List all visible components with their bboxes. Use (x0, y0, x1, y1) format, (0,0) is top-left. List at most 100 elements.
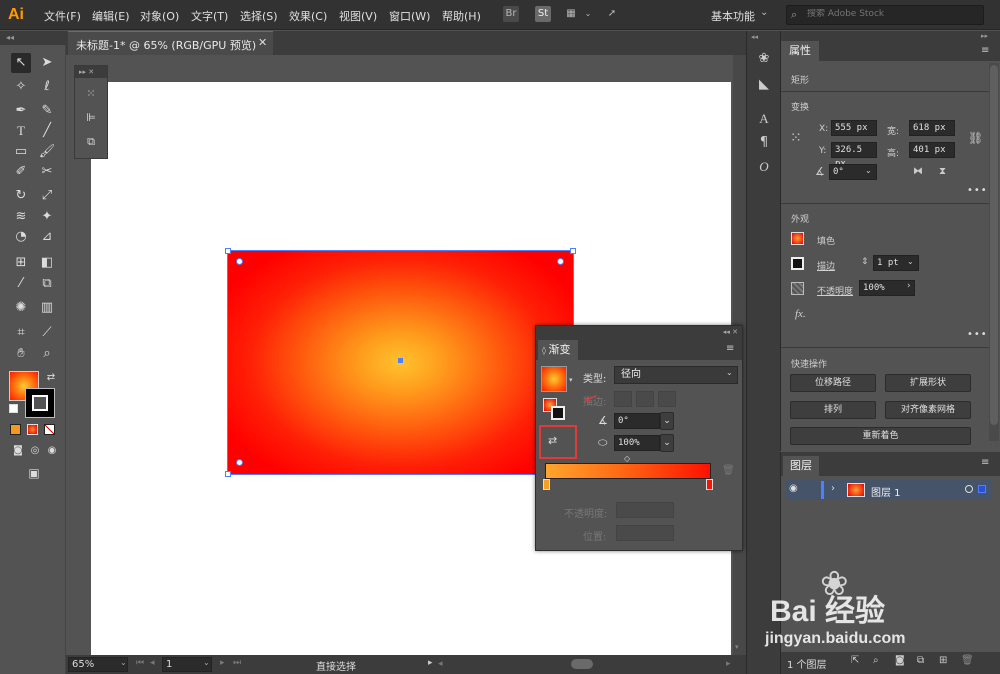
flip-vertical-icon[interactable]: ⧗ (939, 166, 946, 177)
chevron-right-icon[interactable]: › (831, 483, 835, 494)
prev-artboard-icon[interactable]: ◂ (150, 658, 155, 668)
opentype-icon[interactable]: O (754, 157, 774, 177)
blend-tool-icon[interactable]: ⧉ (37, 274, 57, 294)
chevron-down-icon[interactable]: ⌄ (660, 434, 674, 452)
stroke-gradient-icon[interactable] (551, 406, 565, 420)
select-similar-icon[interactable]: ⁙ (81, 84, 101, 104)
more-options-icon[interactable]: ••• (967, 329, 988, 340)
x-field[interactable]: 555 px (831, 120, 877, 136)
height-field[interactable]: 401 px (909, 142, 955, 158)
arrange-documents-icon[interactable]: ▦ (563, 6, 579, 22)
close-icon[interactable]: ✕ (258, 36, 267, 49)
bounding-box-handle[interactable] (225, 248, 231, 254)
bridge-icon[interactable]: Br (503, 6, 519, 22)
fx-button[interactable]: fx. (795, 308, 806, 320)
stepper-icon[interactable]: ⇕ (861, 257, 869, 267)
stroke-swatch[interactable] (25, 388, 55, 418)
default-colors-icon[interactable] (9, 404, 18, 413)
color-mode-icon[interactable] (10, 424, 21, 435)
recolor-button[interactable]: 重新着色 (790, 427, 971, 445)
type-tool-icon[interactable]: T (11, 121, 31, 141)
status-menu-icon[interactable]: ▸ (428, 658, 433, 668)
aspect-ratio-field[interactable]: 100% (614, 435, 660, 451)
rotate-tool-icon[interactable]: ↻ (11, 186, 31, 206)
y-field[interactable]: 326.5 px (831, 142, 877, 169)
artboard-tool-icon[interactable]: ⌗ (11, 323, 31, 343)
corner-widget[interactable] (236, 459, 243, 466)
paragraph-icon[interactable]: ¶ (754, 133, 774, 153)
reference-point-icon[interactable]: ⁙ (790, 130, 802, 146)
bounding-box-handle[interactable] (570, 248, 576, 254)
panel-menu-icon[interactable]: ≡ (726, 343, 734, 354)
align-pixel-grid-button[interactable]: 对齐像素网格 (885, 401, 971, 419)
chevron-down-icon[interactable]: ⌄ (660, 412, 674, 430)
gradient-type-select[interactable]: 径向 (614, 366, 738, 384)
stock-search[interactable]: ⌕ (786, 5, 984, 25)
menu-effect[interactable]: 效果(C) (289, 8, 327, 24)
shaper-tool-icon[interactable]: ✐ (11, 162, 31, 182)
scroll-left-icon[interactable]: ◂ (438, 659, 443, 669)
scissors-tool-icon[interactable]: ✂ (37, 162, 57, 182)
constrain-proportions-icon[interactable]: ⛓ (968, 131, 983, 145)
clipping-mask-icon[interactable]: ◙ (895, 655, 905, 666)
align-left-icon[interactable]: ⊫ (81, 108, 101, 128)
corner-widget[interactable] (236, 258, 243, 265)
zoom-select[interactable]: 65% (68, 657, 128, 672)
center-point[interactable] (398, 358, 403, 363)
rocket-icon[interactable]: ➚ (604, 6, 620, 22)
menu-object[interactable]: 对象(O) (140, 8, 179, 24)
chevron-down-icon[interactable]: ⌄ (203, 658, 210, 667)
bounding-box-handle[interactable] (225, 471, 231, 477)
menu-select[interactable]: 选择(S) (240, 8, 278, 24)
hand-tool-icon[interactable]: ✋︎ (11, 344, 31, 364)
lasso-tool-icon[interactable]: ℓ (37, 77, 57, 97)
reverse-gradient-icon[interactable]: ⇄ (548, 434, 557, 447)
scale-tool-icon[interactable]: ⤢ (37, 186, 57, 206)
chevron-down-icon[interactable]: ⌄ (865, 166, 872, 175)
swap-fill-stroke-icon[interactable]: ⇄ (41, 368, 61, 388)
character-icon[interactable]: A (754, 109, 774, 129)
scroll-down-icon[interactable]: ▾ (735, 643, 739, 651)
new-layer-icon[interactable]: ⊞ (939, 655, 947, 666)
color-stop-right[interactable] (706, 479, 713, 490)
puppet-warp-tool-icon[interactable]: ✦ (37, 207, 57, 227)
next-artboard-icon[interactable]: ▸ (220, 658, 225, 668)
trash-icon[interactable]: 🗑︎ (961, 655, 974, 666)
more-options-icon[interactable]: ••• (967, 185, 988, 196)
menu-file[interactable]: 文件(F) (44, 8, 81, 24)
trash-icon[interactable]: 🗑︎ (722, 465, 735, 476)
eyedropper-tool-icon[interactable]: ⁄ (11, 274, 31, 294)
eye-icon[interactable]: ◉ (789, 483, 798, 494)
expand-panels-icon[interactable]: ◂◂ (751, 33, 758, 41)
color-palette-icon[interactable]: ❀ (754, 49, 774, 69)
draw-inside-icon[interactable]: ◉ (42, 441, 62, 461)
fill-color-swatch[interactable] (791, 232, 804, 245)
gradient-angle-field[interactable]: 0° (614, 413, 660, 429)
workspace-switcher[interactable]: 基本功能 (711, 8, 755, 24)
menu-view[interactable]: 视图(V) (339, 8, 377, 24)
new-sublayer-icon[interactable]: ⧉ (917, 655, 924, 666)
chevron-down-icon[interactable]: ▾ (569, 376, 573, 384)
color-stop-left[interactable] (543, 479, 550, 490)
tab-properties[interactable]: 属性 (781, 41, 819, 61)
first-artboard-icon[interactable]: ⏮ (136, 658, 144, 668)
tab-layers[interactable]: 图层 (783, 456, 819, 476)
target-icon[interactable] (965, 485, 973, 493)
selection-tool-icon[interactable]: ↖ (11, 53, 31, 73)
chevron-right-icon[interactable]: › (907, 281, 911, 291)
panel-header[interactable]: ◂◂ ✕ (536, 326, 742, 338)
scrollbar-thumb[interactable] (990, 65, 998, 425)
document-tab[interactable]: 未标题-1* @ 65% (RGB/GPU 预览) ✕ (68, 31, 273, 55)
horizontal-scrollbar-thumb[interactable] (571, 659, 593, 669)
shape-builder-tool-icon[interactable]: ◔ (11, 227, 31, 247)
corner-widget[interactable] (557, 258, 564, 265)
none-mode-icon[interactable] (44, 424, 55, 435)
menu-type[interactable]: 文字(T) (191, 8, 228, 24)
screen-mode-icon[interactable]: ▣ (24, 463, 44, 483)
tab-gradient[interactable]: ◊ 渐变 (538, 340, 578, 360)
curvature-tool-icon[interactable]: ✎ (37, 101, 57, 121)
scroll-right-icon[interactable]: ▸ (726, 659, 731, 669)
panel-collapse-handle[interactable]: ◂◂ (0, 31, 66, 45)
chevron-down-icon[interactable]: ⌄ (907, 257, 914, 266)
flip-horizontal-icon[interactable]: ⧓ (913, 166, 923, 177)
